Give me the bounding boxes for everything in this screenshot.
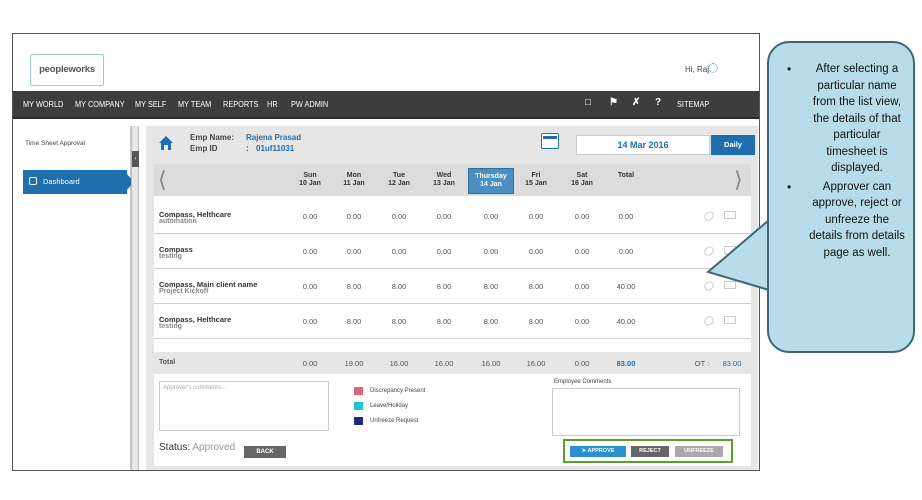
day-header-row: ⟨ Sun 10 Jan Mon 11 Jan Tue 12 Jan Wed 13 Ja… (154, 164, 751, 196)
ot-value: 83.00 (722, 359, 742, 368)
status-text: Status: Approved (159, 442, 236, 453)
nav-reports[interactable]: REPORTS (223, 100, 258, 109)
legend-label: Discrepancy Present (370, 388, 426, 394)
totals-row: Total 0.00 19.00 16.00 16.00 16.00 16.00… (154, 352, 751, 374)
home-icon[interactable] (158, 135, 174, 151)
user-greeting: Hi, Raj (685, 65, 710, 74)
day-column-tue: Tue 12 Jan (388, 172, 410, 187)
date-display[interactable]: 14 Mar 2016 (576, 135, 710, 155)
employee-comments-label: Employee Comments (554, 379, 612, 385)
emp-name-label: Emp Name: (190, 133, 235, 142)
emp-id-label: Emp ID (190, 144, 218, 153)
sidebar: Time Sheet Approval Dashboard (13, 126, 134, 470)
approver-comments-input[interactable]: Approver's comments... (159, 381, 329, 431)
nav-hr[interactable]: HR (267, 100, 278, 109)
approval-panel: Approver's comments... Discrepancy Prese… (154, 376, 751, 466)
nav-my-world[interactable]: MY WORLD (23, 100, 63, 109)
emp-id: 01uf11031 (256, 144, 295, 153)
day-column-fri: Fri 15 Jan (525, 172, 547, 187)
sidebar-item-dashboard[interactable]: Dashboard (23, 170, 134, 194)
grand-total: 83.00 (616, 359, 636, 368)
employee-comments-box (552, 388, 740, 436)
day-column-mon: Mon 11 Jan (343, 172, 365, 187)
day-column-wed: Wed 13 Jan (433, 172, 455, 187)
legend-swatch-leave (354, 402, 363, 410)
timesheet-content: Emp Name: Rajena Prasad Emp ID : 01uf110… (146, 126, 758, 470)
table-row[interactable]: Compass, Main client name Project Kickof… (154, 270, 751, 304)
back-button[interactable]: BACK (244, 446, 286, 458)
day-column-sat: Sat 16 Jan (571, 172, 593, 187)
collapse-arrow-icon[interactable]: ‹ (132, 151, 139, 167)
sidebar-heading: Time Sheet Approval (25, 140, 86, 147)
day-column-thursday[interactable]: Thursday 14 Jan (468, 168, 514, 194)
peopleworks-logo[interactable]: peopleworks (30, 54, 104, 86)
calendar-icon[interactable] (541, 133, 559, 149)
callout-bullet: After selecting a particular name from t… (783, 61, 907, 177)
unfreeze-button[interactable]: UNFREEZE (675, 446, 723, 457)
nav-sitemap[interactable]: SITEMAP (677, 100, 709, 109)
annotation-callout: After selecting a particular name from t… (767, 41, 915, 353)
legend-swatch-discrepancy (354, 387, 363, 395)
book-icon[interactable]: □ (585, 97, 591, 108)
help-icon[interactable]: ? (655, 97, 661, 108)
legend-label: Unfreeze Request (370, 418, 419, 424)
daily-view-button[interactable]: Daily (711, 135, 755, 155)
home-icon (29, 177, 37, 185)
legend-swatch-unfreeze (354, 417, 363, 425)
nav-pw-admin[interactable]: PW ADMIN (291, 100, 328, 109)
employee-header: Emp Name: Rajena Prasad Emp ID : 01uf110… (146, 126, 758, 159)
top-navigation: MY WORLD MY COMPANY MY SELF MY TEAM REPO… (13, 91, 759, 119)
emp-name: Rajena Prasad (246, 133, 302, 142)
nav-my-company[interactable]: MY COMPANY (75, 100, 125, 109)
flag-icon[interactable]: ⚑ (609, 97, 618, 108)
next-week-arrow-icon[interactable]: ⟩ (734, 168, 743, 193)
day-column-sun: Sun 10 Jan (299, 172, 321, 187)
emp-id-separator: : (246, 144, 249, 153)
nav-my-self[interactable]: MY SELF (135, 100, 166, 109)
sidebar-collapse-bar[interactable]: ‹ (131, 126, 139, 470)
action-button-group: ➤ APPROVE REJECT UNFREEZE (563, 439, 733, 463)
reject-button[interactable]: REJECT (631, 446, 669, 457)
table-row[interactable]: Compass, Helthcare automation 0.00 0.00 … (154, 200, 751, 234)
gear-icon[interactable] (708, 63, 718, 73)
nav-my-team[interactable]: MY TEAM (178, 100, 211, 109)
timesheet-grid: ⟨ Sun 10 Jan Mon 11 Jan Tue 12 Jan Wed 13 Ja… (154, 164, 751, 466)
callout-bullet: Approver can approve, reject or unfreeze… (783, 179, 907, 262)
table-row[interactable]: Compass, Helthcare testing 0.00 8.00 8.0… (154, 305, 751, 339)
total-column-header: Total (617, 172, 635, 179)
approve-button[interactable]: ➤ APPROVE (570, 446, 626, 457)
table-row[interactable]: Compass testing 0.00 0.00 0.00 0.00 0.00… (154, 235, 751, 269)
tools-icon[interactable]: ✗ (632, 97, 640, 108)
callout-pointer (705, 219, 770, 291)
status-badge: Approved (192, 442, 236, 453)
totals-label: Total (159, 359, 176, 366)
app-window: peopleworks Hi, Raj MY WORLD MY COMPANY … (12, 33, 760, 471)
legend-label: Leave/Holiday (370, 403, 409, 409)
prev-week-arrow-icon[interactable]: ⟨ (158, 168, 167, 193)
sidebar-item-label: Dashboard (43, 177, 80, 186)
